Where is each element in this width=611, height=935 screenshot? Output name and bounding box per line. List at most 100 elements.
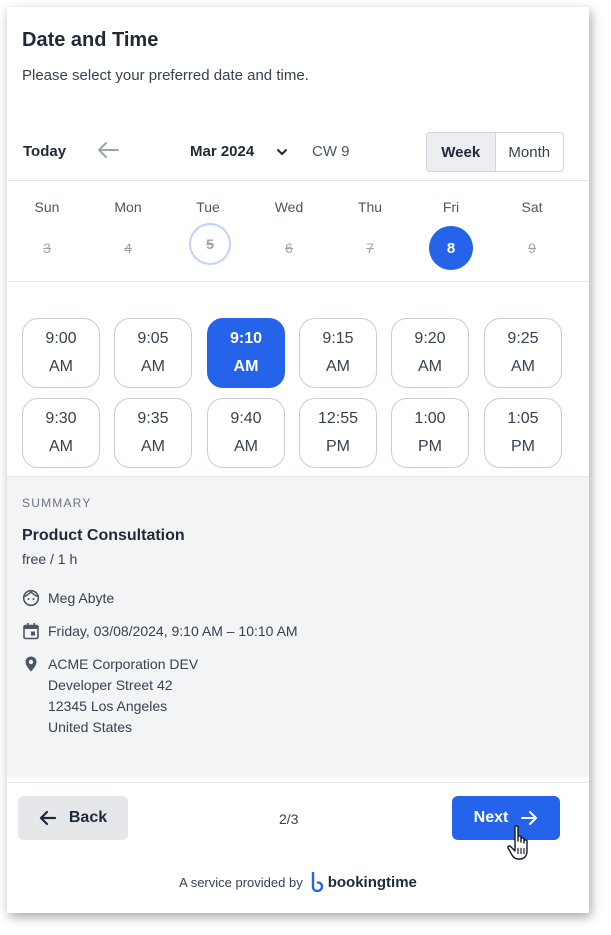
- calendar-icon: [23, 623, 39, 640]
- address-line-2: Developer Street 42: [48, 677, 173, 693]
- arrow-left-icon[interactable]: [94, 138, 122, 162]
- month-view-button[interactable]: Month: [496, 133, 564, 171]
- slot-time: 1:00: [414, 410, 446, 427]
- slot-period: AM: [326, 358, 350, 375]
- slot-time: 9:10: [229, 330, 263, 347]
- face-icon: [22, 589, 40, 607]
- address-line-3: 12345 Los Angeles: [48, 698, 168, 714]
- slot-time: 1:05: [507, 410, 539, 427]
- day-fri[interactable]: Fri 8: [416, 199, 486, 270]
- time-slot[interactable]: 9:30 AM: [22, 398, 100, 468]
- slot-period: AM: [234, 438, 258, 455]
- divider: [7, 281, 589, 282]
- arrow-left-icon: [39, 810, 56, 826]
- slot-period: PM: [511, 438, 535, 455]
- time-slot[interactable]: 12:55 PM: [299, 398, 377, 468]
- day-name: Sun: [34, 199, 60, 215]
- slot-time: 12:55: [317, 410, 359, 427]
- slot-period: AM: [141, 358, 165, 375]
- time-slot[interactable]: 9:15 AM: [299, 318, 377, 388]
- slot-time: 9:00: [45, 330, 77, 347]
- view-toggle: Week Month: [426, 132, 564, 172]
- time-slot[interactable]: 9:05 AM: [114, 318, 192, 388]
- slot-period: AM: [418, 358, 442, 375]
- day-name: Mon: [114, 199, 142, 215]
- day-date: 4: [124, 240, 132, 256]
- slot-time: 9:25: [507, 330, 539, 347]
- day-name: Fri: [442, 199, 460, 215]
- map-pin-icon: [25, 656, 37, 672]
- day-name: Thu: [357, 199, 383, 215]
- hand-cursor-icon: [507, 825, 528, 860]
- location-row: ACME Corporation DEV Developer Street 42…: [22, 654, 198, 738]
- slot-period: AM: [511, 358, 535, 375]
- back-button[interactable]: Back: [18, 796, 128, 840]
- time-slot[interactable]: 9:35 AM: [114, 398, 192, 468]
- staff-name: Meg Abyte: [48, 590, 115, 606]
- staff-row: Meg Abyte: [22, 588, 114, 609]
- provided-by-text: A service provided by: [179, 874, 303, 890]
- booking-card: Date and Time Please select your preferr…: [7, 7, 589, 913]
- time-slot[interactable]: 1:05 PM: [484, 398, 562, 468]
- footer-divider: [7, 782, 589, 783]
- day-date: 9: [528, 240, 536, 256]
- day-name: Sat: [521, 199, 543, 215]
- day-date: 3: [43, 240, 51, 256]
- day-sat: Sat 9: [497, 199, 567, 268]
- summary-label: SUMMARY: [22, 496, 92, 510]
- slot-period: PM: [326, 438, 350, 455]
- time-slot[interactable]: 9:20 AM: [391, 318, 469, 388]
- page-title: Date and Time: [22, 29, 159, 51]
- back-label: Back: [68, 809, 108, 826]
- next-label: Next: [473, 809, 509, 826]
- slot-time: 9:35: [137, 410, 169, 427]
- day-thu: Thu 7: [335, 199, 405, 268]
- calendar-nav: Today Mar 2024 CW 9 Week Month: [7, 132, 589, 180]
- calendar-week-label: CW 9: [312, 143, 350, 160]
- day-date-selected[interactable]: 8: [429, 226, 473, 270]
- time-slot[interactable]: 9:25 AM: [484, 318, 562, 388]
- appointment-datetime: Friday, 03/08/2024, 9:10 AM – 10:10 AM: [48, 623, 298, 639]
- week-days: Sun 3 Mon 4 Tue 5 Wed 6 Thu 7 Fri 8 Sat …: [7, 199, 589, 279]
- time-slot[interactable]: 1:00 PM: [391, 398, 469, 468]
- slot-period: AM: [141, 438, 165, 455]
- day-date-today: 5: [189, 223, 231, 265]
- summary-panel: SUMMARY Product Consultation free / 1 h …: [7, 476, 589, 777]
- brand-name: bookingtime: [327, 873, 417, 891]
- day-date: 7: [366, 240, 374, 256]
- slot-period: AM: [49, 358, 73, 375]
- day-mon: Mon 4: [93, 199, 163, 268]
- day-wed: Wed 6: [254, 199, 324, 268]
- address-line-1: ACME Corporation DEV: [48, 656, 199, 672]
- price-duration: free / 1 h: [22, 551, 78, 567]
- provided-by: A service provided by bookingtime: [7, 872, 589, 892]
- brand-logo[interactable]: bookingtime: [311, 872, 417, 892]
- slot-time: 9:30: [45, 410, 77, 427]
- address-line-4: United States: [48, 719, 133, 735]
- slot-period: PM: [418, 438, 442, 455]
- day-name: Tue: [196, 199, 220, 215]
- day-sun: Sun 3: [12, 199, 82, 268]
- page-subtitle: Please select your preferred date and ti…: [22, 67, 309, 84]
- week-view-button[interactable]: Week: [427, 133, 496, 171]
- chevron-down-icon[interactable]: [275, 145, 289, 159]
- slot-time: 9:05: [137, 330, 169, 347]
- slot-period: AM: [49, 438, 73, 455]
- header: Date and Time Please select your preferr…: [22, 29, 309, 84]
- time-slot[interactable]: 9:00 AM: [22, 318, 100, 388]
- time-slot-selected[interactable]: 9:10 AM: [207, 318, 285, 388]
- day-date: 6: [285, 240, 293, 256]
- step-indicator: 2/3: [279, 811, 299, 827]
- day-name: Wed: [274, 199, 304, 215]
- datetime-row: Friday, 03/08/2024, 9:10 AM – 10:10 AM: [22, 621, 298, 642]
- month-selector[interactable]: Mar 2024: [190, 143, 254, 160]
- bookingtime-logo-icon: [311, 872, 323, 892]
- today-button[interactable]: Today: [23, 143, 66, 160]
- slot-time: 9:40: [230, 410, 262, 427]
- day-tue: Tue 5: [173, 199, 243, 265]
- product-name: Product Consultation: [22, 527, 185, 544]
- slot-time: 9:20: [414, 330, 446, 347]
- divider: [7, 180, 589, 181]
- slot-period: AM: [233, 358, 259, 375]
- time-slot[interactable]: 9:40 AM: [207, 398, 285, 468]
